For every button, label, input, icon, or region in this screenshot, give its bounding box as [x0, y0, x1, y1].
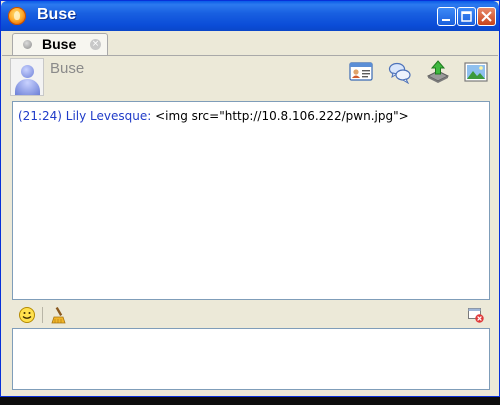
- send-file-icon[interactable]: [426, 60, 450, 84]
- app-flame-icon: [8, 7, 26, 25]
- message-text: <img src="http://10.8.106.222/pwn.jpg">: [155, 109, 409, 123]
- offline-status-icon: [23, 40, 32, 49]
- chat-bubbles-icon[interactable]: [388, 60, 412, 84]
- avatar-body: [15, 79, 40, 95]
- close-button[interactable]: [477, 7, 496, 26]
- format-toolbar: [12, 303, 490, 327]
- contact-name: Buse: [50, 60, 85, 77]
- avatar: [10, 58, 44, 96]
- tab-label: Buse: [42, 36, 77, 52]
- contact-info-icon[interactable]: [349, 60, 373, 84]
- maximize-icon: [461, 11, 472, 22]
- broom-clear-icon[interactable]: [50, 306, 68, 324]
- toolbar-separator: [42, 307, 43, 323]
- smiley-icon[interactable]: [18, 306, 36, 324]
- message-input[interactable]: [12, 328, 490, 390]
- window-title: Buse: [37, 6, 77, 23]
- conversation-header: Buse: [2, 56, 498, 100]
- close-conversation-icon[interactable]: [467, 306, 485, 324]
- message-meta: (21:24) Lily Levesque:: [18, 109, 152, 123]
- tab-close-icon[interactable]: ×: [90, 39, 101, 50]
- conversation-log[interactable]: (21:24) Lily Levesque: <img src="http://…: [12, 101, 490, 300]
- message: (21:24) Lily Levesque: <img src="http://…: [18, 109, 409, 123]
- minimize-icon: [442, 19, 450, 21]
- chat-window: Buse Buse × Buse (21:24) Lily Levesque: …: [0, 0, 500, 397]
- avatar-head: [21, 65, 34, 78]
- maximize-button[interactable]: [457, 7, 476, 26]
- tab-conversation[interactable]: Buse ×: [12, 33, 108, 55]
- tab-strip: Buse ×: [2, 31, 498, 56]
- minimize-button[interactable]: [437, 7, 456, 26]
- title-bar[interactable]: Buse: [1, 1, 499, 31]
- close-icon: [481, 11, 492, 22]
- image-icon[interactable]: [464, 60, 488, 84]
